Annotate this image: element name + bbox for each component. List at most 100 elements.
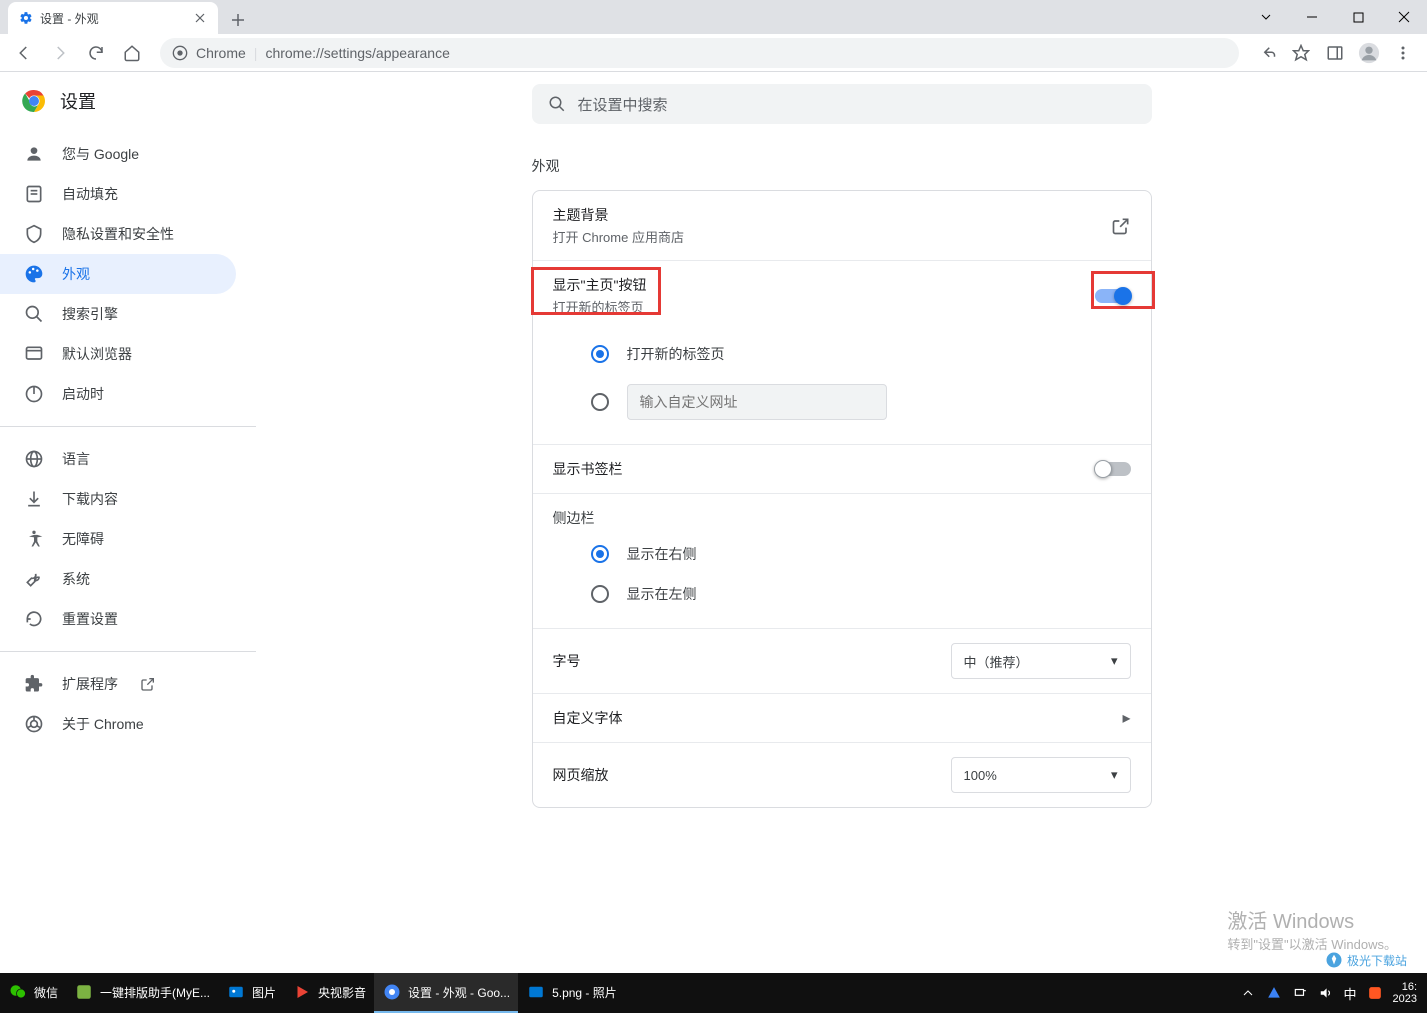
- profile-avatar-icon[interactable]: [1353, 37, 1385, 69]
- settings-search-input[interactable]: 在设置中搜索: [532, 84, 1152, 124]
- chevron-right-icon: ▸: [1122, 708, 1130, 728]
- chevron-down-icon[interactable]: [1243, 0, 1289, 34]
- menu-dots-icon[interactable]: [1387, 37, 1419, 69]
- settings-header: 设置: [0, 72, 256, 130]
- address-bar[interactable]: Chrome | chrome://settings/appearance: [160, 38, 1239, 68]
- taskbar-item-chrome[interactable]: 设置 - 外观 - Goo...: [374, 973, 518, 1013]
- nav-extensions[interactable]: 扩展程序: [0, 664, 236, 704]
- nav-search-engine[interactable]: 搜索引擎: [0, 294, 236, 334]
- nav-you-and-google[interactable]: 您与 Google: [0, 134, 236, 174]
- nav-divider: [0, 651, 256, 652]
- nav-languages[interactable]: 语言: [0, 439, 236, 479]
- section-title: 外观: [532, 156, 1152, 176]
- radio-sidebar-right[interactable]: 显示在右侧: [591, 534, 1131, 574]
- radio-checked-icon: [591, 345, 609, 363]
- sidebar-nav: 您与 Google 自动填充 隐私设置和安全性 外观 搜索引擎 默认浏览器: [0, 130, 256, 744]
- custom-url-input[interactable]: [627, 384, 887, 420]
- taskbar-item-myeditor[interactable]: 一键排版助手(MyE...: [66, 973, 218, 1013]
- close-window-button[interactable]: [1381, 0, 1427, 34]
- sidebar-position-label: 侧边栏: [533, 493, 1151, 534]
- wrench-icon: [24, 569, 44, 589]
- taskbar-item-cctv[interactable]: 央视影音: [284, 973, 374, 1013]
- radio-new-tab[interactable]: 打开新的标签页: [591, 334, 1131, 374]
- play-icon: [292, 982, 312, 1002]
- settings-page: 设置 您与 Google 自动填充 隐私设置和安全性 外观 搜索引擎: [0, 72, 1427, 973]
- tray-app-icon[interactable]: [1266, 985, 1282, 1001]
- radio-custom-url[interactable]: [591, 374, 1131, 430]
- maximize-button[interactable]: [1335, 0, 1381, 34]
- globe-icon: [24, 449, 44, 469]
- windows-activation-watermark: 激活 Windows 转到"设置"以激活 Windows。: [1227, 905, 1397, 953]
- tray-chevron-up-icon[interactable]: [1240, 985, 1256, 1001]
- person-icon: [24, 144, 44, 164]
- settings-title: 设置: [60, 88, 96, 114]
- reset-icon: [24, 609, 44, 629]
- appearance-card: 主题背景 打开 Chrome 应用商店 显示"主页"按钮 打开新的标签页: [532, 190, 1152, 808]
- browser-icon: [24, 344, 44, 364]
- home-button-toggle[interactable]: [1095, 289, 1131, 303]
- share-icon[interactable]: [1251, 37, 1283, 69]
- taskbar-item-photo-file[interactable]: 5.png - 照片: [518, 973, 625, 1013]
- theme-row[interactable]: 主题背景 打开 Chrome 应用商店: [533, 191, 1151, 260]
- window-controls: [1243, 0, 1427, 34]
- tray-sogou-icon[interactable]: [1367, 985, 1383, 1001]
- app-icon: [74, 982, 94, 1002]
- font-size-dropdown[interactable]: 中（推荐） ▾: [951, 643, 1131, 679]
- taskbar-item-wechat[interactable]: 微信: [0, 973, 66, 1013]
- site-watermark: 极光下载站: [1325, 951, 1407, 969]
- chrome-icon: [24, 714, 44, 734]
- browser-tab-active[interactable]: 设置 - 外观: [8, 2, 218, 34]
- caret-down-icon: ▾: [1111, 653, 1118, 669]
- home-button[interactable]: [116, 37, 148, 69]
- chrome-logo-icon: [22, 89, 46, 113]
- radio-sidebar-left[interactable]: 显示在左侧: [591, 574, 1131, 614]
- bookmark-star-icon[interactable]: [1285, 37, 1317, 69]
- caret-down-icon: ▾: [1111, 767, 1118, 783]
- bookmarks-bar-row: 显示书签栏: [533, 444, 1151, 493]
- nav-privacy[interactable]: 隐私设置和安全性: [0, 214, 236, 254]
- power-icon: [24, 384, 44, 404]
- nav-autofill[interactable]: 自动填充: [0, 174, 236, 214]
- external-link-icon: [140, 676, 156, 692]
- bookmarks-bar-toggle[interactable]: [1095, 462, 1131, 476]
- nav-downloads[interactable]: 下载内容: [0, 479, 236, 519]
- url-text: chrome://settings/appearance: [265, 45, 449, 61]
- window-title-bar: 设置 - 外观: [0, 0, 1427, 34]
- tray-volume-icon[interactable]: [1318, 985, 1334, 1001]
- tab-close-button[interactable]: [192, 10, 208, 26]
- tray-network-icon[interactable]: [1292, 985, 1308, 1001]
- nav-default-browser[interactable]: 默认浏览器: [0, 334, 236, 374]
- forward-button[interactable]: [44, 37, 76, 69]
- search-icon: [548, 95, 566, 113]
- chrome-icon: [172, 45, 188, 61]
- page-zoom-dropdown[interactable]: 100% ▾: [951, 757, 1131, 793]
- browser-toolbar: Chrome | chrome://settings/appearance: [0, 34, 1427, 72]
- photos-icon: [526, 982, 546, 1002]
- nav-accessibility[interactable]: 无障碍: [0, 519, 236, 559]
- autofill-icon: [24, 184, 44, 204]
- ime-indicator[interactable]: 中: [1344, 984, 1357, 1003]
- nav-appearance[interactable]: 外观: [0, 254, 236, 294]
- back-button[interactable]: [8, 37, 40, 69]
- nav-on-startup[interactable]: 启动时: [0, 374, 236, 414]
- nav-system[interactable]: 系统: [0, 559, 236, 599]
- home-radio-group: 打开新的标签页: [533, 330, 1151, 444]
- photos-icon: [226, 982, 246, 1002]
- nav-about-chrome[interactable]: 关于 Chrome: [0, 704, 236, 744]
- custom-font-row[interactable]: 自定义字体 ▸: [533, 693, 1151, 742]
- minimize-button[interactable]: [1289, 0, 1335, 34]
- font-size-row: 字号 中（推荐） ▾: [533, 628, 1151, 693]
- home-button-row: 显示"主页"按钮 打开新的标签页: [533, 260, 1151, 330]
- side-panel-icon[interactable]: [1319, 37, 1351, 69]
- chrome-icon: [382, 982, 402, 1002]
- settings-main: 在设置中搜索 外观 主题背景 打开 Chrome 应用商店 显示"主页"按钮: [256, 72, 1427, 973]
- tray-clock[interactable]: 16: 2023: [1393, 981, 1417, 1005]
- tab-title: 设置 - 外观: [40, 10, 99, 27]
- reload-button[interactable]: [80, 37, 112, 69]
- accessibility-icon: [24, 529, 44, 549]
- nav-reset[interactable]: 重置设置: [0, 599, 236, 639]
- nav-divider: [0, 426, 256, 427]
- radio-unchecked-icon: [591, 393, 609, 411]
- taskbar-item-photos[interactable]: 图片: [218, 973, 284, 1013]
- new-tab-button[interactable]: [224, 6, 252, 34]
